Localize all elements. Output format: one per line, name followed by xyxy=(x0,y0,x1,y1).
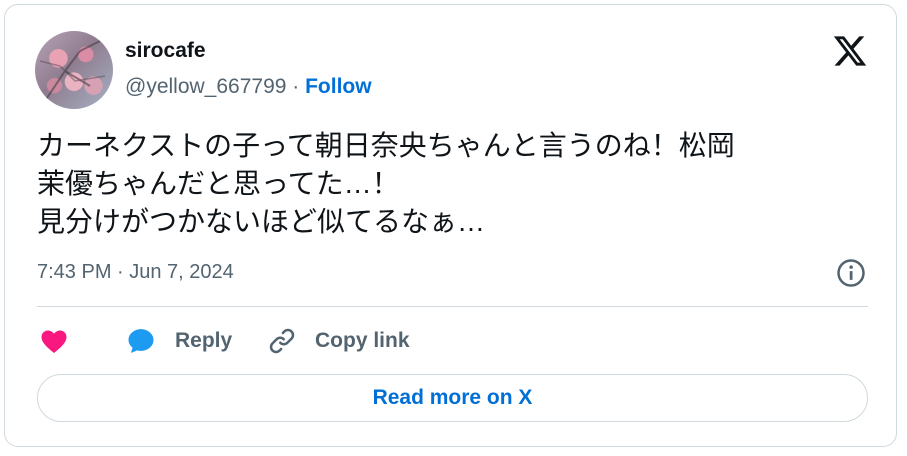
user-handle[interactable]: @yellow_667799 xyxy=(125,75,286,98)
handle-row: @yellow_667799 · Follow xyxy=(125,75,372,99)
copy-link-button[interactable]: Copy link xyxy=(267,323,410,359)
copy-link-label: Copy link xyxy=(315,329,410,352)
avatar[interactable] xyxy=(35,31,113,109)
handle-separator: · xyxy=(286,75,306,98)
link-icon xyxy=(269,328,295,354)
heart-icon xyxy=(41,330,67,353)
like-button[interactable] xyxy=(39,323,69,359)
x-logo-icon[interactable] xyxy=(832,33,868,69)
follow-button[interactable]: Follow xyxy=(305,75,372,98)
tweet-card: sirocafe @yellow_667799 · Follow カーネクストの… xyxy=(4,4,897,447)
reply-label: Reply xyxy=(175,329,233,352)
reply-bubble-icon xyxy=(128,329,154,353)
tweet-timestamp[interactable]: 7:43 PM · Jun 7, 2024 xyxy=(37,261,234,284)
read-more-button[interactable]: Read more on X xyxy=(37,374,868,422)
reply-button[interactable]: Reply xyxy=(125,323,232,359)
divider xyxy=(37,306,868,307)
info-icon[interactable] xyxy=(836,258,866,288)
display-name[interactable]: sirocafe xyxy=(125,39,206,63)
tweet-text: カーネクストの子って朝日奈央ちゃんと言うのね！松岡 茉優ちゃんだと思ってた…！ … xyxy=(37,130,735,237)
